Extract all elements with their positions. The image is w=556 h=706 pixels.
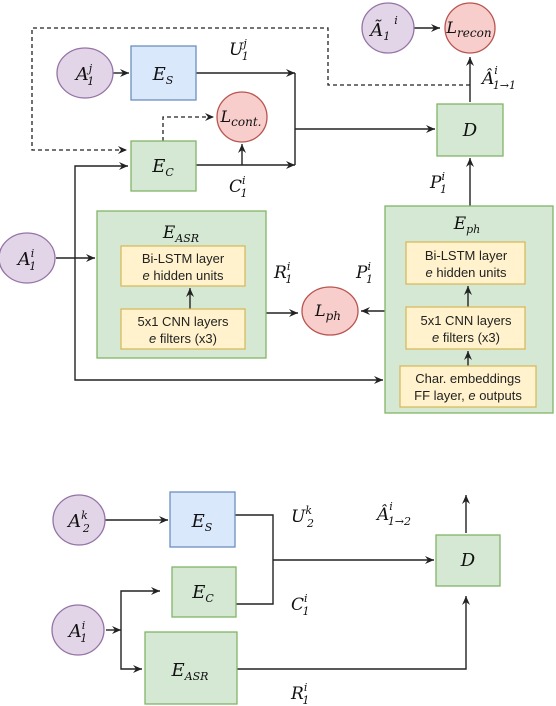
svg-text:5x1 CNN layers: 5x1 CNN layers xyxy=(420,313,512,328)
svg-text:5x1 CNN layers: 5x1 CNN layers xyxy=(137,314,229,329)
svg-text:D: D xyxy=(460,550,476,571)
merge-bar-inference xyxy=(235,514,274,605)
label-r1i-inference: Ri 1 xyxy=(290,681,309,706)
edge-easr-to-d-inference xyxy=(237,596,470,670)
architecture-diagram: Aj 1 ES EC Lcont. Ã1i Lrecon D Ai 1 EASR… xyxy=(0,2,554,706)
svg-text:Bi-LSTM layer: Bi-LSTM layer xyxy=(425,248,508,263)
asr-cnn-layer: 5x1 CNN layers e filters (x3) xyxy=(120,308,246,350)
input-a1i: Ai 1 xyxy=(0,232,56,284)
loss-phonetic: Lph xyxy=(301,286,359,336)
module-asr-encoder: EASR Bi-LSTM layer e hidden units 5x1 CN… xyxy=(96,210,267,359)
svg-text:Ak2: Ak 2 xyxy=(66,509,90,535)
training-diagram: Aj 1 ES EC Lcont. Ã1i Lrecon D Ai 1 EASR… xyxy=(0,2,554,414)
edge-a1i-to-ec-inference xyxy=(120,587,160,630)
edge-ec-to-lcont-dashed xyxy=(162,113,214,141)
svg-text:FF layer, e outputs: FF layer, e outputs xyxy=(414,388,522,403)
module-asr-encoder-inference: EASR xyxy=(144,631,238,705)
input-a1i-inference: Ai 1 xyxy=(51,604,105,656)
ph-cnn-layer: 5x1 CNN layers e filters (x3) xyxy=(405,306,526,350)
module-speaker-encoder: ES xyxy=(130,45,197,101)
module-content-encoder: EC xyxy=(130,140,197,192)
input-a2k: Ak 2 xyxy=(52,494,106,546)
ph-bilstm-layer: Bi-LSTM layer e hidden units xyxy=(405,241,526,285)
module-speaker-encoder-inference: ES xyxy=(169,491,236,548)
ph-char-embedding-layer: Char. embeddings FF layer, e outputs xyxy=(399,365,537,408)
svg-text:Aj1: Aj 1 xyxy=(74,62,94,88)
svg-text:D: D xyxy=(462,120,478,141)
label-r1i: Ri 1 xyxy=(273,260,292,286)
label-u2k: Uk 2 xyxy=(291,504,314,530)
label-c1i: Ci 1 xyxy=(229,174,248,200)
svg-text:Ai1: Ai 1 xyxy=(16,247,37,273)
svg-text:e hidden units: e hidden units xyxy=(426,265,507,280)
label-a-hat-1-to-2: Âi 1→2 xyxy=(375,500,411,528)
loss-contrastive: Lcont. xyxy=(216,91,268,143)
label-p1i-to-lph: Pi 1 xyxy=(355,260,373,286)
module-decoder-inference: D xyxy=(435,534,501,587)
input-a1i-tilde: Ã1i xyxy=(361,2,415,54)
svg-text:Ai1: Ai 1 xyxy=(67,619,88,645)
label-p1i-to-d: Pi 1 xyxy=(429,170,447,196)
svg-text:Bi-LSTM layer: Bi-LSTM layer xyxy=(142,251,225,266)
asr-bilstm-layer: Bi-LSTM layer e hidden units xyxy=(120,245,246,287)
module-phonetic-encoder: Eph Bi-LSTM layer e hidden units 5x1 CNN… xyxy=(384,205,554,414)
svg-text:e hidden units: e hidden units xyxy=(143,268,224,283)
label-a-hat-1-to-1: Âi 1→1 xyxy=(480,64,516,92)
loss-reconstruction: Lrecon xyxy=(444,2,496,54)
label-c1i-inference: Ci 1 xyxy=(291,592,310,618)
svg-text:Char. embeddings: Char. embeddings xyxy=(415,371,521,386)
module-decoder: D xyxy=(436,103,504,157)
module-content-encoder-inference: EC xyxy=(171,566,237,618)
svg-text:e filters (x3): e filters (x3) xyxy=(149,331,217,346)
svg-text:e filters (x3): e filters (x3) xyxy=(432,330,500,345)
label-u1j: Uj 1 xyxy=(229,37,249,63)
edge-a1i-to-easr-inference xyxy=(120,630,142,673)
inference-diagram: Ak 2 Ai 1 ES EC EASR D Uk 2 Ci 1 Ri 1 Âi 1→2 xyxy=(51,491,501,706)
input-a1j: Aj 1 xyxy=(56,47,114,99)
